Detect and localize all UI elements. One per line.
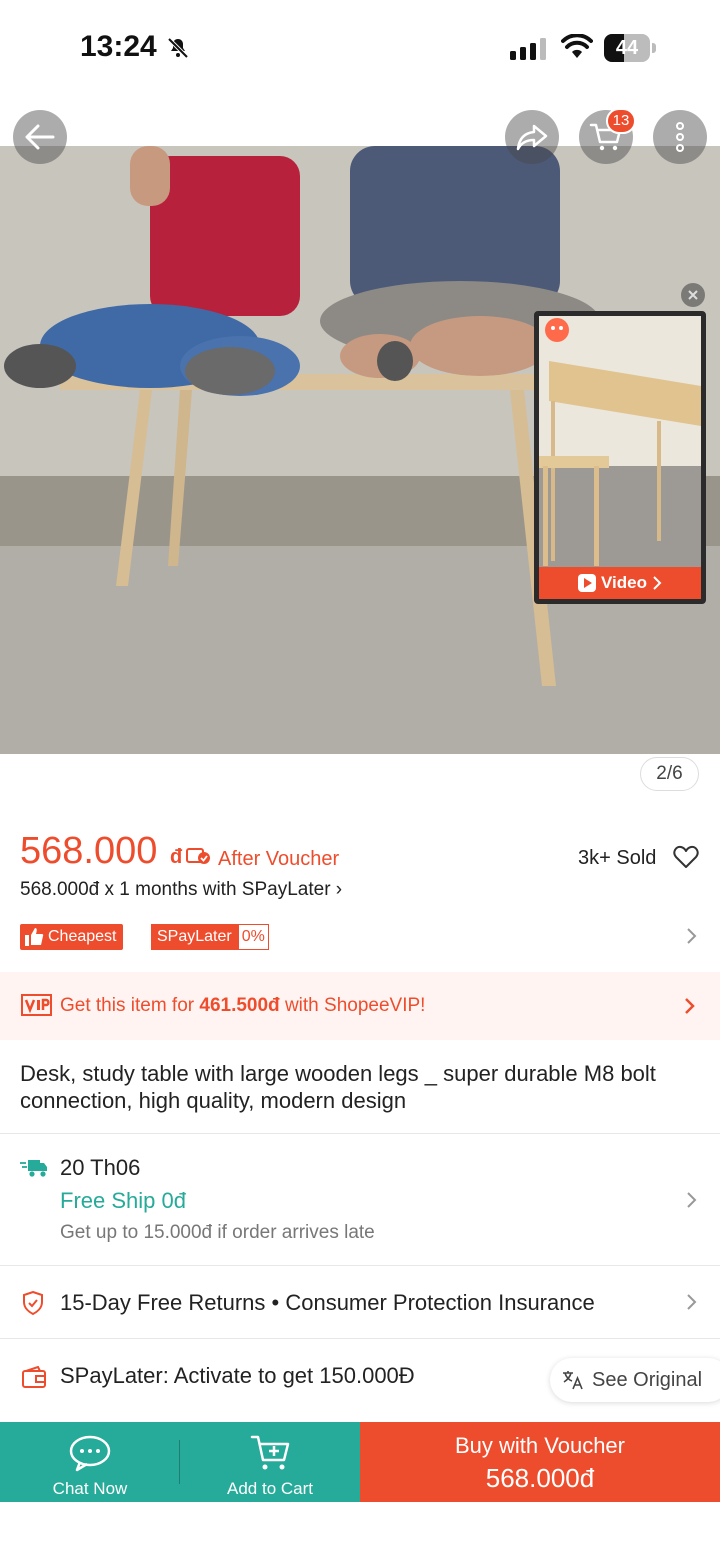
chat-now-button[interactable]: Chat Now <box>0 1422 180 1502</box>
delivery-date: 20 Th06 <box>60 1155 141 1180</box>
see-original-button[interactable]: See Original <box>550 1358 720 1402</box>
spaylater-promo-text: SPayLater: Activate to get 150.000Đ <box>60 1363 415 1388</box>
cart-plus-icon <box>250 1435 290 1470</box>
more-button[interactable] <box>653 110 707 164</box>
divider <box>0 1133 720 1134</box>
bottom-action-bar: Chat Now Add to Cart Buy with Voucher 56… <box>0 1422 720 1502</box>
sold-count: 3k+ Sold <box>578 847 657 869</box>
vip-amount: 461.500đ <box>199 995 280 1016</box>
chevron-right-icon <box>685 998 695 1014</box>
add-to-cart-button[interactable]: Add to Cart <box>180 1422 360 1502</box>
close-icon <box>688 290 698 300</box>
chevron-right-icon <box>687 1192 697 1208</box>
spaylater-tag-rate: 0% <box>237 924 269 950</box>
translate-icon <box>563 1371 583 1390</box>
vip-text-prefix: Get this item for <box>60 995 200 1016</box>
wifi-icon <box>561 34 593 58</box>
late-delivery-note: Get up to 15.000đ if order arrives late <box>60 1222 375 1243</box>
cart-badge: 13 <box>606 108 636 134</box>
chat-now-label: Chat Now <box>52 1479 128 1498</box>
vip-text-suffix: with ShopeeVIP! <box>279 995 426 1016</box>
add-to-cart-label: Add to Cart <box>227 1479 313 1498</box>
voucher-icon <box>186 848 210 864</box>
after-voucher-label: After Voucher <box>218 848 340 870</box>
thumb-icon <box>25 928 44 946</box>
back-button[interactable] <box>13 110 67 164</box>
battery-level: 44 <box>615 37 639 59</box>
cheapest-label: Cheapest <box>48 928 117 945</box>
see-original-label: See Original <box>592 1368 703 1391</box>
battery-icon: 44 <box>604 34 656 62</box>
chevron-right-icon[interactable] <box>684 928 700 944</box>
share-icon <box>516 124 548 151</box>
image-pager: 2/6 <box>640 757 699 791</box>
chevron-right-icon <box>687 1294 697 1310</box>
play-icon <box>578 574 596 592</box>
video-close-button[interactable] <box>681 283 705 307</box>
wallet-icon <box>22 1366 46 1388</box>
vip-icon <box>21 994 52 1016</box>
chat-icon <box>69 1435 111 1472</box>
free-ship-label: Free Ship 0đ <box>60 1188 186 1213</box>
shield-icon <box>23 1291 43 1315</box>
more-icon <box>676 122 684 152</box>
bell-off-icon <box>167 37 189 59</box>
video-preview-image <box>539 316 701 567</box>
buy-label: Buy with Voucher <box>455 1433 625 1458</box>
video-button[interactable]: Video <box>539 567 701 599</box>
vip-text: Get this item for 461.500đ with ShopeeVI… <box>60 995 425 1017</box>
buy-with-voucher-button[interactable]: Buy with Voucher 568.000đ <box>360 1422 720 1502</box>
price: 568.000 <box>20 830 158 872</box>
buy-price: 568.000đ <box>485 1463 595 1493</box>
signal-icon <box>510 38 546 60</box>
chevron-right-icon <box>653 576 662 590</box>
spaylater-tag-label: SPayLater <box>151 924 238 950</box>
video-label: Video <box>601 573 647 592</box>
video-thumbnail[interactable]: Video <box>534 311 706 604</box>
divider <box>0 1338 720 1339</box>
share-button[interactable] <box>505 110 559 164</box>
cheapest-tag: Cheapest <box>20 924 123 950</box>
shopee-vip-banner[interactable]: Get this item for 461.500đ with ShopeeVI… <box>0 972 720 1040</box>
installment-info[interactable]: 568.000đ x 1 months with SPayLater › <box>20 879 342 901</box>
status-time: 13:24 <box>80 30 157 63</box>
status-bar: 13:24 44 <box>0 0 720 100</box>
divider <box>0 1265 720 1266</box>
guarantee-text: 15-Day Free Returns • Consumer Protectio… <box>60 1290 595 1315</box>
heart-icon[interactable] <box>673 845 699 869</box>
back-arrow-icon <box>25 124 55 150</box>
price-currency: đ <box>170 846 183 868</box>
truck-icon <box>20 1160 47 1177</box>
spaylater-tag: SPayLater 0% <box>151 924 269 950</box>
product-title: Desk, study table with large wooden legs… <box>20 1061 656 1113</box>
